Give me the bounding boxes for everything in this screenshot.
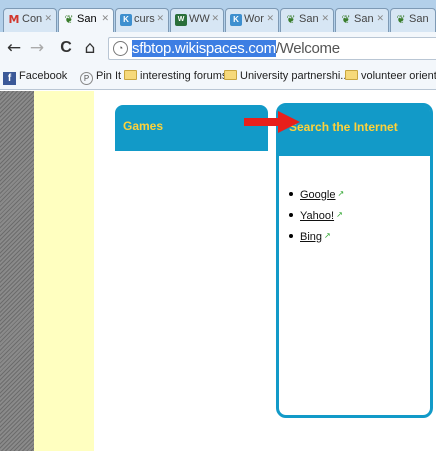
- external-link-icon: ↗: [336, 210, 343, 219]
- bookmark-folder-interesting-forums[interactable]: interesting forums: [124, 70, 227, 82]
- url-text[interactable]: sfbtop.wikispaces.com/Welcome: [132, 40, 340, 58]
- bookmark-folder-volunteer[interactable]: volunteer orientations: [345, 70, 436, 82]
- tab-label: curs: [134, 13, 155, 25]
- tab-san-2[interactable]: ❦ San ✕: [280, 8, 334, 32]
- tab-sfbtop-active[interactable]: ❦ San ✕: [58, 8, 114, 32]
- bookmark-pinit[interactable]: P Pin It: [80, 70, 121, 85]
- left-border-pattern: [0, 91, 34, 451]
- bookmark-facebook[interactable]: f Facebook: [3, 70, 67, 85]
- tab-gmail[interactable]: M Con ✕: [3, 8, 57, 32]
- ww-icon: W: [175, 14, 187, 26]
- address-bar[interactable]: ◔ sfbtop.wikispaces.com/Welcome: [108, 37, 436, 60]
- bookmark-label: Pin It: [96, 70, 122, 82]
- gmail-icon: M: [8, 13, 20, 26]
- close-icon[interactable]: ✕: [211, 13, 219, 24]
- folder-icon: [224, 70, 237, 80]
- list-item: Google ↗: [289, 186, 344, 203]
- bookmark-label: University partnershi...: [240, 70, 350, 82]
- tab-cursive[interactable]: K curs ✕: [115, 8, 169, 32]
- plant-icon: ❦: [286, 13, 296, 26]
- page-info-icon[interactable]: ◔: [113, 41, 128, 56]
- external-link-icon: ↗: [337, 189, 345, 198]
- plant-icon: ❦: [396, 13, 406, 26]
- home-icon[interactable]: ⌂: [80, 38, 100, 58]
- forward-arrow-icon[interactable]: →: [27, 38, 47, 58]
- close-icon[interactable]: ✕: [266, 13, 274, 24]
- back-arrow-icon[interactable]: ←: [4, 38, 24, 58]
- close-icon[interactable]: ✕: [101, 13, 109, 24]
- tab-words[interactable]: K Wor ✕: [225, 8, 279, 32]
- search-box-header: Search the Internet: [279, 106, 430, 156]
- tab-san-4[interactable]: ❦ San: [390, 8, 436, 32]
- close-icon[interactable]: ✕: [376, 13, 384, 24]
- k12-icon: K: [120, 14, 132, 26]
- left-column: [34, 91, 94, 451]
- folder-icon: [124, 70, 137, 80]
- list-item: Bing ↗: [289, 228, 344, 245]
- toolbar: ← → C ⌂ ◔ sfbtop.wikispaces.com/Welcome: [0, 32, 436, 65]
- bookmark-label: volunteer orientations: [361, 70, 436, 82]
- yahoo-link[interactable]: Yahoo!: [300, 210, 334, 222]
- k12-icon: K: [230, 14, 242, 26]
- search-links-list: Google ↗ Yahoo! ↗ Bing ↗: [289, 186, 344, 249]
- games-title: Games: [123, 119, 164, 133]
- bing-link[interactable]: Bing: [300, 231, 322, 243]
- folder-icon: [345, 70, 358, 80]
- tab-label: WW: [189, 13, 210, 25]
- page-content: Games Search the Internet Google ↗ Yahoo!…: [0, 91, 436, 451]
- bookmark-label: interesting forums: [140, 70, 228, 82]
- close-icon[interactable]: ✕: [44, 13, 52, 24]
- facebook-icon: f: [3, 72, 16, 85]
- tab-ww[interactable]: W WW ✕: [170, 8, 224, 32]
- tab-label: San: [77, 13, 97, 25]
- google-link[interactable]: Google: [300, 189, 335, 201]
- tab-label: San: [299, 13, 319, 25]
- plant-icon: ❦: [64, 13, 74, 26]
- tab-label: Con: [22, 13, 43, 25]
- tab-san-3[interactable]: ❦ San ✕: [335, 8, 389, 32]
- search-title: Search the Internet: [289, 120, 398, 134]
- bookmark-label: Facebook: [19, 70, 68, 82]
- external-link-icon: ↗: [324, 231, 331, 240]
- tab-label: Wor: [244, 13, 264, 25]
- reload-icon[interactable]: C: [56, 38, 76, 58]
- plant-icon: ❦: [341, 13, 351, 26]
- url-selected: sfbtop.wikispaces.com: [132, 40, 276, 57]
- pinit-icon: P: [80, 72, 93, 85]
- bookmark-folder-university[interactable]: University partnershi...: [224, 70, 349, 82]
- url-path: /Welcome: [275, 40, 340, 57]
- tab-label: San: [354, 13, 374, 25]
- red-arrow-icon: [244, 111, 300, 133]
- search-the-internet-box: Search the Internet Google ↗ Yahoo! ↗ Bing…: [276, 103, 433, 418]
- list-item: Yahoo! ↗: [289, 207, 344, 224]
- tab-label: San: [409, 13, 429, 25]
- close-icon[interactable]: ✕: [156, 13, 164, 24]
- bookmarks-bar: f Facebook P Pin It interesting forums Uni…: [0, 65, 436, 90]
- close-icon[interactable]: ✕: [321, 13, 329, 24]
- tab-strip: M Con ✕ ❦ San ✕ K curs ✕ W WW ✕ K Wor ✕ …: [0, 0, 436, 32]
